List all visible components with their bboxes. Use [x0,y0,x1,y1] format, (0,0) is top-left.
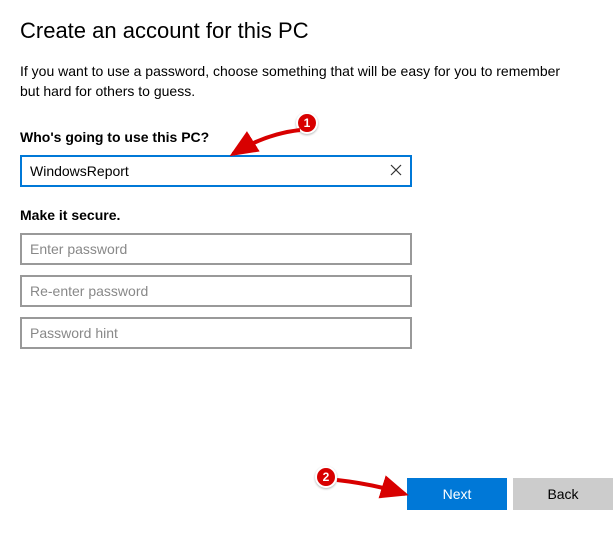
back-button[interactable]: Back [513,478,613,510]
username-input[interactable] [20,155,412,187]
username-label: Who's going to use this PC? [20,129,613,145]
page-title: Create an account for this PC [20,18,613,44]
page-description: If you want to use a password, choose so… [20,62,580,101]
reenter-password-input[interactable] [20,275,412,307]
secure-label: Make it secure. [20,207,613,223]
password-hint-input[interactable] [20,317,412,349]
clear-username-button[interactable] [386,161,406,181]
next-button[interactable]: Next [407,478,507,510]
password-input[interactable] [20,233,412,265]
button-row: Next Back [40,478,613,510]
close-icon [390,164,402,176]
